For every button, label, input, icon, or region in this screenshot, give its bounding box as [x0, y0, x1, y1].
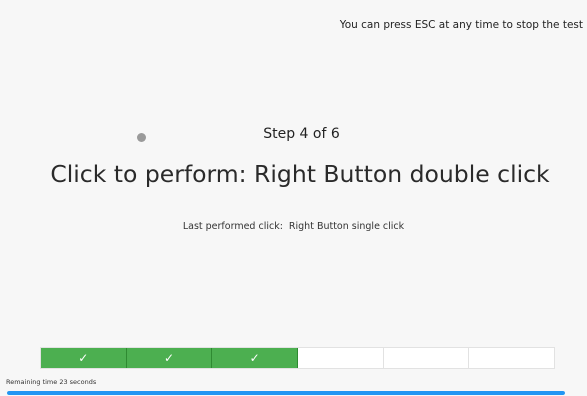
checkmark-icon: ✓ — [163, 351, 175, 365]
step-progress-cell: ✓ — [212, 348, 299, 368]
click-instruction[interactable]: Click to perform: Right Button double cl… — [0, 160, 587, 188]
last-click-label: Last performed click: — [182, 221, 283, 232]
last-click-value: Right Button single click — [288, 221, 405, 232]
remaining-time-text: Remaining time 23 seconds — [6, 378, 97, 386]
time-progress-fill — [7, 391, 565, 395]
checkmark-icon: ✓ — [78, 351, 89, 365]
step-progress-bar: ✓ ✓ ✓ — [40, 347, 555, 369]
checkmark-icon: ✓ — [249, 351, 260, 365]
step-progress-cell: ✓ — [126, 348, 213, 368]
step-progress-cell — [298, 348, 384, 368]
step-progress-cell: ✓ — [41, 348, 127, 368]
esc-hint-text: You can press ESC at any time to stop th… — [339, 19, 583, 31]
time-progress-track — [7, 391, 565, 395]
step-counter: Step 4 of 6 — [263, 126, 340, 142]
last-click-info: Last performed click: Right Button single… — [0, 221, 587, 232]
step-progress-cell — [383, 348, 470, 368]
step-progress-cell — [469, 348, 555, 368]
